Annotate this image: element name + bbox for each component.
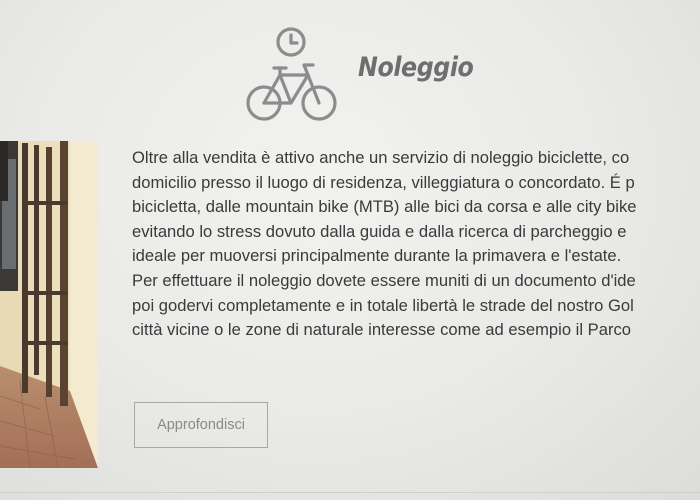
section-description: Oltre alla vendita è attivo anche un ser… — [132, 146, 700, 343]
shop-photo — [0, 141, 98, 468]
bicycle-clock-icon — [244, 26, 338, 124]
section-title: Noleggio — [358, 52, 474, 83]
description-line: evitando lo stress dovuto dalla guida e … — [132, 221, 627, 241]
description-line: Oltre alla vendita è attivo anche un ser… — [132, 148, 630, 167]
description-line: ideale per muoversi principalmente duran… — [132, 246, 622, 266]
description-line: domicilio presso il luogo di residenza, … — [132, 172, 635, 192]
rental-section: Noleggio Oltre alla vendita è attivo anc… — [0, 0, 700, 500]
description-line: poi godervi completamente e in totale li… — [132, 295, 634, 315]
description-line: città vicine o le zone di naturale inter… — [132, 320, 631, 340]
section-divider — [0, 492, 700, 493]
description-line: bicicletta, dalle mountain bike (MTB) al… — [132, 197, 637, 217]
learn-more-button[interactable]: Approfondisci — [134, 402, 268, 448]
description-line: Per effettuare il noleggio dovete essere… — [132, 270, 636, 290]
